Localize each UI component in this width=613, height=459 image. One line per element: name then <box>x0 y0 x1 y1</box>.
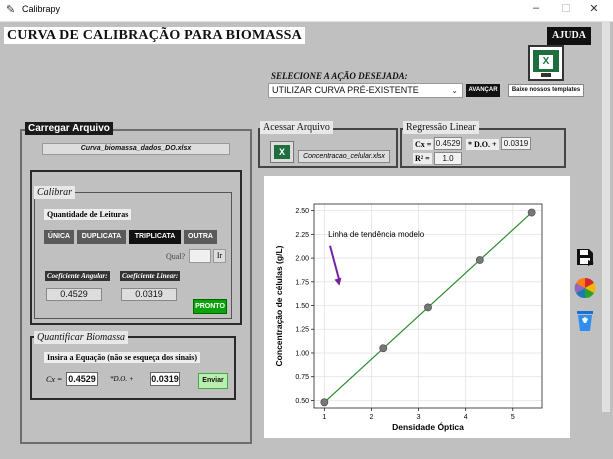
ir-button[interactable]: Ir <box>213 249 226 263</box>
x-tick-label: 2 <box>370 414 374 421</box>
regression-do-label: * D.O. + <box>466 139 499 150</box>
page-title: CURVA DE CALIBRAÇÃO PARA BIOMASSA <box>4 27 305 44</box>
y-tick-label: 0.50 <box>295 398 309 405</box>
done-button[interactable]: PRONTO <box>193 299 227 314</box>
regression-cx-label: Cx = <box>413 139 434 150</box>
option-outra-button[interactable]: OUTRA <box>184 230 217 244</box>
data-point <box>475 256 484 264</box>
angular-coef-label: Coeficiente Angular: <box>45 271 110 281</box>
y-tick-label: 1.25 <box>295 327 309 334</box>
y-axis-label: Concentração de células (g/L) <box>274 245 284 366</box>
quantify-title: Quantificar Biomassa <box>34 331 129 344</box>
chevron-down-icon: ⌄ <box>451 86 458 95</box>
x-tick-label: 1 <box>322 414 326 421</box>
do-label: *D.O. + <box>110 375 134 383</box>
regression-slope: 0.4529 <box>434 137 462 150</box>
excel-file-icon[interactable]: X <box>270 141 294 163</box>
app-feather-icon: ✎ <box>6 4 16 16</box>
y-tick-label: 1.00 <box>295 350 309 357</box>
monitor-stand <box>541 73 551 77</box>
linear-coef-label: Coeficiente Linear: <box>120 271 181 281</box>
calibrate-title: Calibrar <box>34 186 76 199</box>
r2-value: 1.0 <box>434 152 462 165</box>
maximize-button[interactable]: ☐ <box>552 2 580 15</box>
excel-glyph: X <box>539 55 553 69</box>
y-tick-label: 2.50 <box>295 208 309 215</box>
qual-label: Qual? <box>166 252 186 261</box>
x-tick-label: 4 <box>464 414 468 421</box>
close-button[interactable]: ✕ <box>580 2 608 15</box>
calibration-chart: 1 2 3 4 5 0.50 0.75 1.00 1.25 1.50 1.75 2.00 2.25 2.5… <box>274 203 543 432</box>
action-selected-value: UTILIZAR CURVA PRÉ-EXISTENTE <box>272 85 419 95</box>
chart-canvas: 1 2 3 4 5 0.50 0.75 1.00 1.25 1.50 1.75 2.00 2.25 2.5… <box>264 176 570 438</box>
equation-instruction: Insira a Equação (não se esqueça dos sin… <box>44 352 201 363</box>
data-point <box>424 303 432 312</box>
save-icon[interactable] <box>574 246 596 268</box>
excel-file-glyph: X <box>274 145 290 159</box>
regression-intercept: 0.0319 <box>501 137 531 150</box>
send-button[interactable]: Enviar <box>198 373 228 389</box>
y-tick-label: 2.25 <box>295 232 309 239</box>
linear-coef-value: 0.0319 <box>121 288 177 301</box>
x-axis-label: Densidade Óptica <box>392 421 464 432</box>
quantify-group <box>30 336 236 400</box>
x-tick-label: 5 <box>511 414 515 421</box>
window-title: Calibrapy <box>22 4 61 14</box>
regression-title: Regressão Linear <box>403 121 479 134</box>
data-point <box>379 344 388 353</box>
intercept-input[interactable]: 0.0319 <box>150 372 180 386</box>
cx-label: Cx = <box>46 375 63 384</box>
option-triplicata-button[interactable]: TRIPLICATA <box>129 230 181 244</box>
download-templates-button[interactable]: Baixe nossos templates <box>508 84 584 97</box>
y-tick-label: 0.75 <box>295 374 309 381</box>
loaded-file-name: Curva_biomassa_dados_DO.xlsx <box>42 143 230 155</box>
slope-input[interactable]: 0.4529 <box>66 372 98 386</box>
excel-screen: X <box>533 50 559 72</box>
data-point <box>320 398 329 407</box>
action-label: SELECIONE A AÇÃO DESEJADA: <box>271 71 408 81</box>
data-point <box>527 208 536 217</box>
readings-label: Quantidade de Leituras <box>44 209 132 220</box>
excel-template-icon[interactable]: X <box>528 45 564 81</box>
action-select[interactable]: UTILIZAR CURVA PRÉ-EXISTENTE ⌄ <box>268 83 463 98</box>
option-duplicata-button[interactable]: DUPLICATA <box>77 230 126 244</box>
load-file-title: Carregar Arquivo <box>25 122 113 135</box>
y-tick-label: 1.50 <box>295 303 309 310</box>
y-tick-label: 1.75 <box>295 279 309 286</box>
access-file-name: Concentracao_celular.xlsx <box>298 150 390 163</box>
help-button[interactable]: AJUDA <box>547 27 591 45</box>
x-tick-label: 3 <box>417 414 421 421</box>
chart-toolbar <box>570 176 600 438</box>
option-unica-button[interactable]: ÚNICA <box>44 230 74 244</box>
access-file-title: Acessar Arquivo <box>260 121 333 134</box>
angular-coef-value: 0.4529 <box>46 288 102 301</box>
recycle-bin-icon[interactable] <box>575 309 595 333</box>
annotation-arrow <box>329 245 341 282</box>
minimize-button[interactable]: – <box>522 2 550 14</box>
annotation-text: Linha de tendência modelo <box>328 230 425 239</box>
y-tick-label: 2.00 <box>295 256 309 263</box>
qual-input[interactable] <box>189 249 211 263</box>
r2-label: R² = <box>413 153 432 164</box>
advance-button[interactable]: AVANÇAR <box>466 84 500 97</box>
palette-icon[interactable] <box>573 277 597 299</box>
vertical-scrollbar[interactable] <box>602 22 610 412</box>
